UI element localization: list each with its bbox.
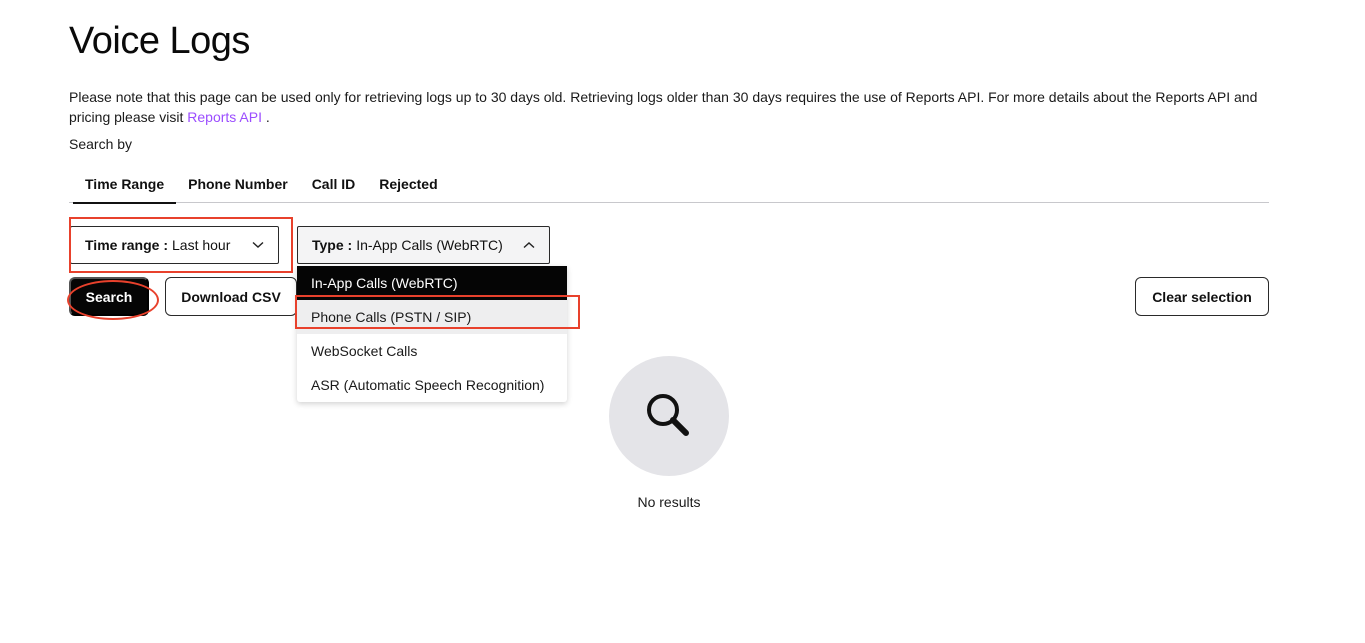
search-tabs: Time Range Phone Number Call ID Rejected (69, 164, 1269, 204)
type-option-phone-calls[interactable]: Phone Calls (PSTN / SIP) (297, 300, 567, 334)
search-by-label: Search by (69, 136, 133, 152)
search-icon (647, 394, 689, 436)
tab-call-id[interactable]: Call ID (300, 164, 368, 203)
notice-text: Please note that this page can be used o… (69, 89, 1258, 125)
type-select[interactable]: Type : In-App Calls (WebRTC) (297, 226, 550, 264)
search-button[interactable]: Search (69, 277, 149, 316)
type-option-websocket[interactable]: WebSocket Calls (297, 334, 567, 368)
chevron-up-icon (523, 238, 535, 252)
clear-selection-button[interactable]: Clear selection (1135, 277, 1269, 316)
type-option-in-app[interactable]: In-App Calls (WebRTC) (297, 266, 567, 300)
tab-rejected[interactable]: Rejected (367, 164, 449, 203)
tab-phone-number[interactable]: Phone Number (176, 164, 300, 203)
download-csv-button[interactable]: Download CSV (165, 277, 297, 316)
empty-state-illustration (609, 356, 729, 476)
time-range-select[interactable]: Time range : Last hour (70, 226, 279, 264)
chevron-down-icon (252, 238, 264, 252)
type-label: Type : (312, 237, 353, 253)
tab-time-range[interactable]: Time Range (69, 164, 177, 204)
type-value: In-App Calls (WebRTC) (356, 237, 503, 253)
reports-api-link[interactable]: Reports API (187, 109, 262, 125)
page-title: Voice Logs (69, 20, 250, 62)
type-dropdown-menu: In-App Calls (WebRTC) Phone Calls (PSTN … (297, 266, 567, 402)
time-range-value: Last hour (172, 237, 231, 253)
type-option-asr[interactable]: ASR (Automatic Speech Recognition) (297, 368, 567, 402)
no-results-text: No results (637, 494, 701, 510)
time-range-label: Time range : (85, 237, 168, 253)
